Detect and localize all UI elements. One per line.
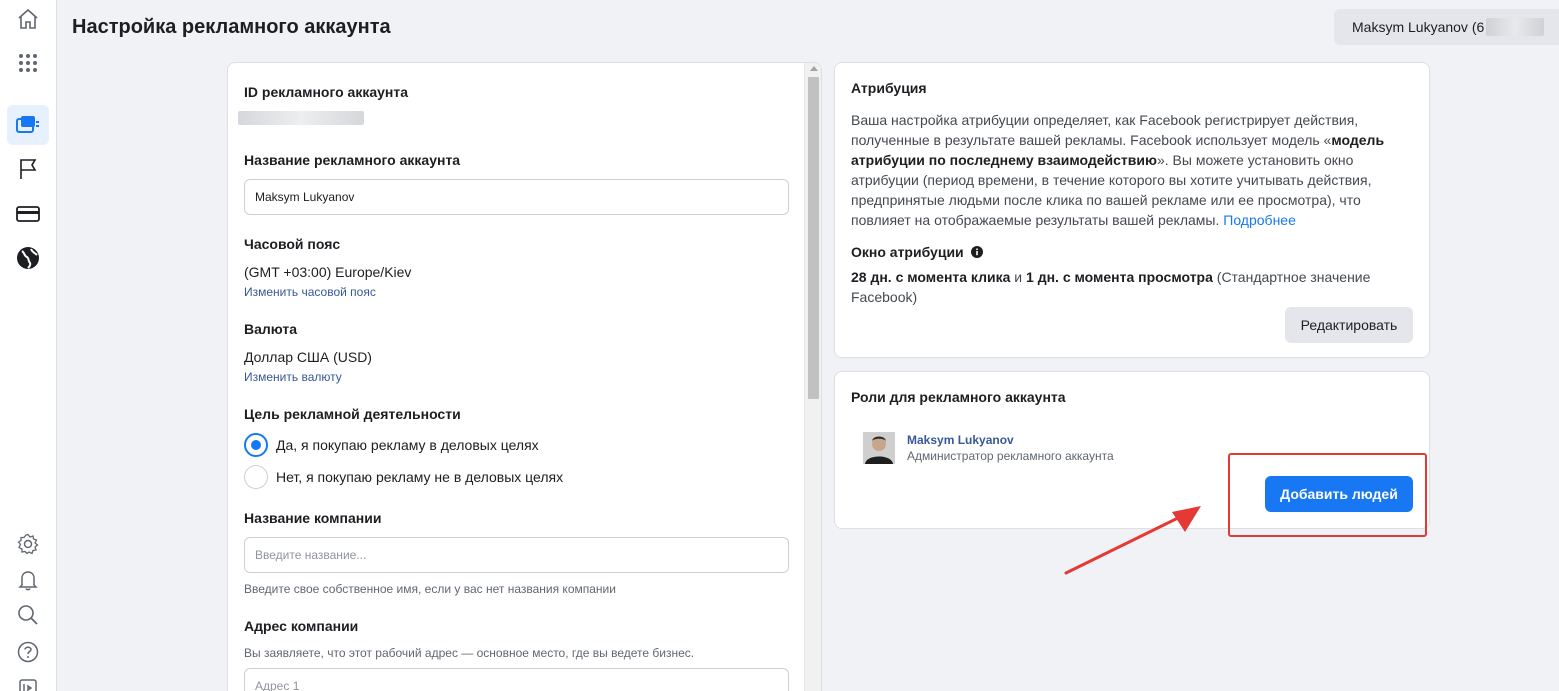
purpose-business-label: Да, я покупаю рекламу в деловых целях [276, 437, 539, 453]
currency-label: Валюта [244, 321, 298, 337]
company-name-hint: Введите свое собственное имя, если у вас… [244, 582, 616, 596]
attribution-window-value: 28 дн. с момента клика и 1 дн. с момента… [851, 267, 1396, 307]
annotation-arrow-icon [1064, 506, 1201, 575]
edit-attribution-button[interactable]: Редактировать [1285, 307, 1413, 343]
billing-card-icon[interactable] [14, 200, 42, 228]
purpose-non-business-label: Нет, я покупаю рекламу не в деловых целя… [276, 469, 564, 485]
flag-icon[interactable] [14, 155, 42, 183]
account-name-field[interactable]: Maksym Lukyanov [244, 179, 789, 215]
learn-more-link[interactable]: Подробнее [1223, 212, 1296, 228]
click-window: 28 дн. с момента клика [851, 269, 1011, 285]
attribution-title: Атрибуция [851, 80, 927, 96]
account-name-label: Название рекламного аккаунта [244, 152, 461, 168]
ad-purpose-label: Цель рекламной деятельности [244, 406, 461, 422]
page-title: Настройка рекламного аккаунта [72, 16, 391, 38]
radio-unselected[interactable] [244, 465, 268, 489]
home-icon[interactable] [14, 5, 42, 33]
role-user-name[interactable]: Maksym Lukyanov [907, 433, 1014, 447]
attribution-window-label-text: Окно атрибуции [851, 244, 964, 260]
change-currency-link[interactable]: Изменить валюту [244, 370, 342, 384]
purpose-business-option[interactable]: Да, я покупаю рекламу в деловых целях [244, 433, 539, 457]
timezone-value: (GMT +03:00) Europe/Kiev [244, 264, 412, 280]
help-icon[interactable] [14, 638, 42, 666]
company-name-field[interactable]: Введите название... [244, 537, 789, 573]
info-icon[interactable] [970, 246, 983, 258]
company-address-label: Адрес компании [244, 618, 359, 634]
scroll-up-arrow-icon[interactable] [810, 66, 818, 71]
currency-value: Доллар США (USD) [244, 349, 372, 365]
view-window: 1 дн. с момента просмотра [1026, 269, 1213, 285]
change-timezone-link[interactable]: Изменить часовой пояс [244, 285, 376, 299]
report-icon[interactable] [14, 674, 42, 691]
account-switcher-button[interactable]: Maksym Lukyanov (6 [1334, 9, 1559, 45]
scrollbar[interactable] [804, 63, 821, 691]
role-user-role: Администратор рекламного аккаунта [907, 449, 1114, 463]
attribution-window-label: Окно атрибуции [851, 244, 983, 260]
avatar[interactable] [863, 432, 895, 464]
ad-account-settings-card: ID рекламного аккаунта Название рекламно… [227, 62, 822, 691]
scrollbar-thumb[interactable] [808, 77, 819, 399]
purpose-non-business-option[interactable]: Нет, я покупаю рекламу не в деловых целя… [244, 465, 563, 489]
roles-title: Роли для рекламного аккаунта [851, 389, 1066, 405]
company-address-hint: Вы заявляете, что этот рабочий адрес — о… [244, 646, 695, 660]
redacted-account-id [1486, 18, 1545, 36]
radio-selected[interactable] [244, 433, 268, 457]
account-name: Maksym Lukyanov (6 [1352, 19, 1485, 35]
account-id-label: ID рекламного аккаунта [244, 84, 409, 100]
settings-icon[interactable] [14, 530, 42, 558]
attribution-text-1: Ваша настройка атрибуции определяет, как… [851, 112, 1359, 148]
ads-manager-icon[interactable] [7, 105, 49, 145]
redacted-account-id-value [238, 111, 364, 125]
notifications-icon[interactable] [14, 566, 42, 594]
attribution-description: Ваша настройка атрибуции определяет, как… [851, 110, 1396, 230]
left-nav-rail [0, 0, 57, 691]
globe-icon[interactable] [14, 244, 42, 272]
company-name-label: Название компании [244, 510, 382, 526]
timezone-label: Часовой пояс [244, 236, 341, 252]
annotation-highlight-box [1228, 453, 1427, 537]
search-icon[interactable] [14, 601, 42, 629]
address-line-1-field[interactable]: Адрес 1 [244, 668, 789, 691]
attribution-card: Атрибуция Ваша настройка атрибуции опред… [834, 62, 1430, 358]
window-and: и [1010, 269, 1027, 285]
apps-grid-icon[interactable] [14, 49, 42, 77]
